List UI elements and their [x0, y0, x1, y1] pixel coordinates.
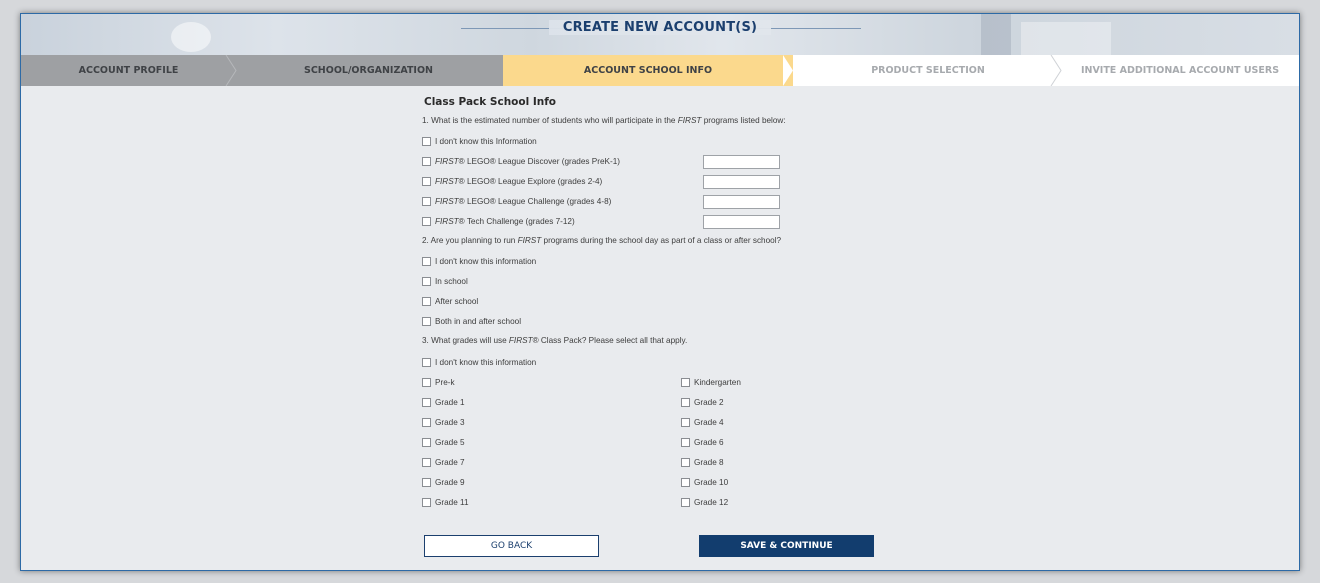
grade-option[interactable]: Grade 2	[681, 396, 724, 408]
q2-option-both[interactable]: Both in and after school	[422, 315, 521, 327]
checkbox[interactable]	[422, 276, 431, 286]
checkbox[interactable]	[681, 477, 690, 487]
q2-option-dont-know[interactable]: I don't know this information	[422, 255, 536, 267]
checkbox[interactable]	[681, 457, 690, 467]
program-ftc[interactable]: FIRST® Tech Challenge (grades 7-12)	[422, 215, 575, 227]
checkbox[interactable]	[422, 196, 431, 206]
checkbox[interactable]	[422, 477, 431, 487]
go-back-button[interactable]: GO BACK	[424, 535, 599, 557]
checkbox[interactable]	[422, 316, 431, 326]
q2-option-after-school[interactable]: After school	[422, 295, 478, 307]
checkbox[interactable]	[422, 216, 431, 226]
fll-challenge-count-input[interactable]	[703, 195, 780, 209]
grade-option[interactable]: Grade 11	[422, 496, 469, 508]
program-fll-explore[interactable]: FIRST® LEGO® League Explore (grades 2-4)	[422, 175, 602, 187]
step-product-selection: PRODUCT SELECTION	[783, 55, 1073, 86]
checkbox[interactable]	[422, 357, 431, 367]
checkbox[interactable]	[681, 437, 690, 447]
grade-option[interactable]: Grade 8	[681, 456, 724, 468]
grade-option[interactable]: Grade 9	[422, 476, 465, 488]
section-title: Class Pack School Info	[424, 96, 557, 108]
grade-option[interactable]: Kindergarten	[681, 376, 741, 388]
grade-option[interactable]: Grade 7	[422, 456, 465, 468]
question-1: 1. What is the estimated number of stude…	[422, 116, 786, 125]
checkbox[interactable]	[681, 497, 690, 507]
ftc-count-input[interactable]	[703, 215, 780, 229]
grade-option[interactable]: Pre-k	[422, 376, 455, 388]
program-fll-discover[interactable]: FIRST® LEGO® League Discover (grades Pre…	[422, 155, 620, 167]
checkbox[interactable]	[681, 377, 690, 387]
grade-option[interactable]: Grade 10	[681, 476, 728, 488]
checkbox[interactable]	[422, 417, 431, 427]
save-continue-button[interactable]: SAVE & CONTINUE	[699, 535, 874, 557]
fll-discover-count-input[interactable]	[703, 155, 780, 169]
step-account-profile[interactable]: ACCOUNT PROFILE	[21, 55, 236, 86]
grade-option[interactable]: Grade 3	[422, 416, 465, 428]
checkbox[interactable]	[422, 457, 431, 467]
q1-dont-know-option[interactable]: I don't know this Information	[422, 135, 537, 147]
checkbox[interactable]	[681, 417, 690, 427]
program-fll-challenge[interactable]: FIRST® LEGO® League Challenge (grades 4-…	[422, 195, 611, 207]
checkbox[interactable]	[422, 176, 431, 186]
step-account-school-info: ACCOUNT SCHOOL INFO	[503, 55, 793, 86]
q3-dont-know-option[interactable]: I don't know this information	[422, 356, 536, 368]
checkbox[interactable]	[422, 136, 431, 146]
checkbox[interactable]	[422, 377, 431, 387]
question-2: 2. Are you planning to run FIRST program…	[422, 236, 782, 245]
checkbox[interactable]	[422, 437, 431, 447]
grade-option[interactable]: Grade 1	[422, 396, 465, 408]
grade-option[interactable]: Grade 12	[681, 496, 728, 508]
q2-option-in-school[interactable]: In school	[422, 275, 468, 287]
checkbox[interactable]	[681, 397, 690, 407]
grade-option[interactable]: Grade 4	[681, 416, 724, 428]
fll-explore-count-input[interactable]	[703, 175, 780, 189]
step-school-organization[interactable]: SCHOOL/ORGANIZATION	[226, 55, 511, 86]
step-invite-users: INVITE ADDITIONAL ACCOUNT USERS	[1061, 55, 1299, 86]
grade-option[interactable]: Grade 6	[681, 436, 724, 448]
wizard-steps: SCHOOL/ORGANIZATION ACCOUNT PROFILE PROD…	[21, 55, 1299, 86]
checkbox[interactable]	[422, 497, 431, 507]
checkbox[interactable]	[422, 156, 431, 166]
question-3: 3. What grades will use FIRST® Class Pac…	[422, 336, 688, 345]
account-wizard-panel: CREATE NEW ACCOUNT(S) SCHOOL/ORGANIZATIO…	[20, 13, 1300, 571]
grade-option[interactable]: Grade 5	[422, 436, 465, 448]
checkbox[interactable]	[422, 397, 431, 407]
page-title: CREATE NEW ACCOUNT(S)	[21, 20, 1299, 35]
header-banner: CREATE NEW ACCOUNT(S)	[21, 14, 1299, 55]
checkbox[interactable]	[422, 256, 431, 266]
checkbox[interactable]	[422, 296, 431, 306]
